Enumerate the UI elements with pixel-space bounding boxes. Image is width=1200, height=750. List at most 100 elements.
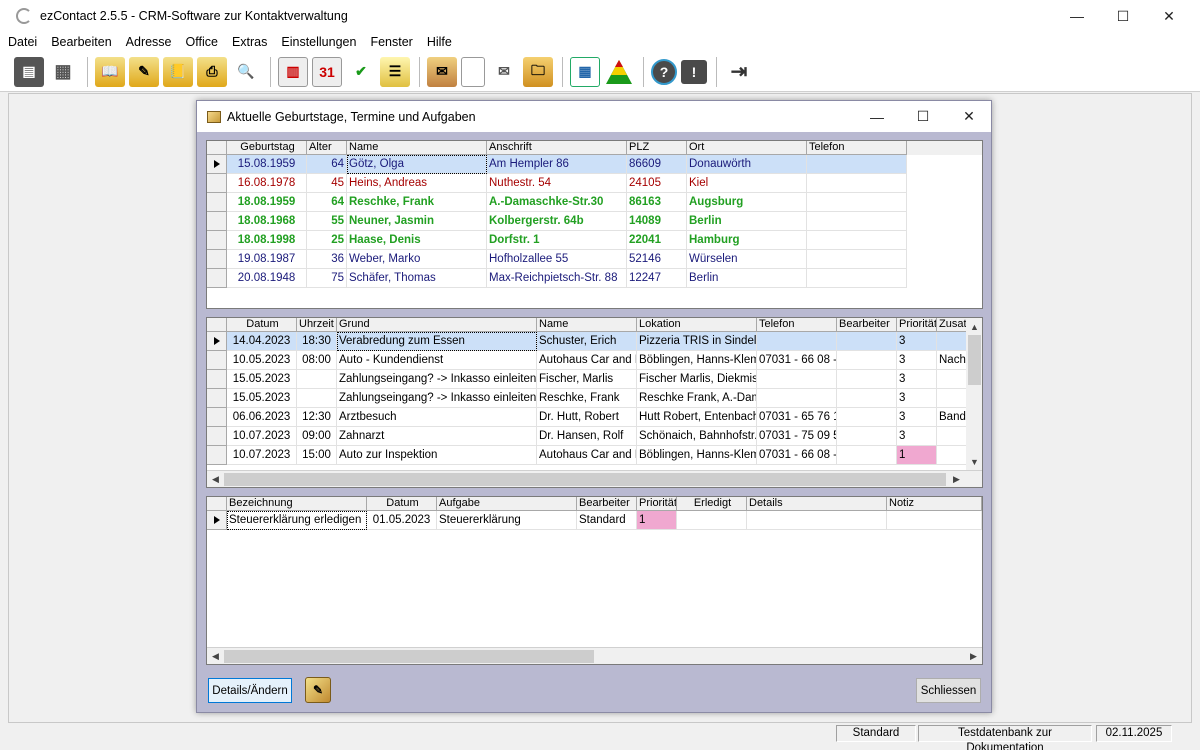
task-col-5[interactable]: Erledigt — [677, 497, 747, 511]
appointment-cell-extra — [937, 446, 967, 465]
scroll-thumb[interactable] — [968, 335, 981, 385]
scroll-down-icon[interactable]: ▼ — [966, 453, 982, 470]
menu-einstellungen[interactable]: Einstellungen — [281, 35, 356, 49]
birthday-col-4[interactable]: PLZ — [627, 141, 687, 155]
close-dialog-button[interactable]: Schliessen — [916, 678, 981, 703]
scroll-left-icon[interactable]: ◀ — [207, 648, 224, 664]
appointment-row[interactable]: 15.05.2023 Zahlungseingang? -> Inkasso ei… — [207, 389, 982, 408]
contact-search-icon[interactable]: 🔍 — [231, 57, 261, 87]
appointment-col-0[interactable]: Datum — [227, 318, 297, 332]
calendar-date-icon[interactable]: 31 — [312, 56, 342, 87]
birthday-col-6[interactable]: Telefon — [807, 141, 907, 155]
menu-extras[interactable]: Extras — [232, 35, 267, 49]
details-button[interactable]: Details/Ändern — [208, 678, 292, 703]
birthday-row[interactable]: 18.08.1998 25 Haase, Denis Dorfstr. 1 22041 H… — [207, 231, 982, 250]
scroll-right-icon[interactable]: ▶ — [965, 648, 982, 664]
grid-icon[interactable]: ▦ — [48, 57, 78, 87]
appointment-row[interactable]: 10.07.2023 15:00 Auto zur Inspektion Autoha… — [207, 446, 982, 465]
menu-adresse[interactable]: Adresse — [126, 35, 172, 49]
contact-print-icon[interactable]: ⎙ — [197, 56, 227, 87]
dialog-close-icon[interactable]: ✕ — [946, 101, 992, 132]
appointment-col-6[interactable]: Bearbeiter — [837, 318, 897, 332]
help-icon[interactable]: ? — [651, 58, 677, 85]
task-col-0[interactable]: Bezeichnung — [227, 497, 367, 511]
appointment-col-8[interactable]: Zusat — [937, 318, 967, 332]
task-check-icon[interactable]: ✔ — [346, 57, 376, 87]
birthday-cell-city: Berlin — [687, 269, 807, 288]
scroll-thumb[interactable] — [224, 650, 594, 663]
birthday-row[interactable]: 18.08.1968 55 Neuner, Jasmin Kolbergerstr. … — [207, 212, 982, 231]
task-grid[interactable]: Bezeichnung Datum Aufgabe Bearbeiter Priorit… — [206, 496, 983, 665]
task-col-6[interactable]: Details — [747, 497, 887, 511]
menu-datei[interactable]: Datei — [8, 35, 37, 49]
scroll-thumb[interactable] — [224, 473, 946, 486]
scroll-up-icon[interactable]: ▲ — [966, 318, 982, 335]
appointment-col-1[interactable]: Uhrzeit — [297, 318, 337, 332]
close-icon[interactable]: ✕ — [1146, 0, 1192, 32]
birthday-cell-address: Kolbergerstr. 64b — [487, 212, 627, 231]
appointment-cell-time — [297, 389, 337, 408]
folder-icon[interactable]: 🗀 — [523, 56, 553, 87]
document-icon[interactable] — [461, 56, 485, 87]
letter-icon[interactable]: ✉ — [427, 56, 457, 87]
birthday-col-1[interactable]: Alter — [307, 141, 347, 155]
report-icon[interactable]: ▦ — [570, 56, 600, 87]
appointment-row[interactable]: 10.07.2023 09:00 Zahnarzt Dr. Hansen, Rolf S… — [207, 427, 982, 446]
birthday-col-3[interactable]: Anschrift — [487, 141, 627, 155]
appointment-col-7[interactable]: Priorität — [897, 318, 937, 332]
menu-bearbeiten[interactable]: Bearbeiten — [51, 35, 111, 49]
birthday-col-5[interactable]: Ort — [687, 141, 807, 155]
dialog-minimize-icon[interactable]: — — [854, 101, 900, 132]
scroll-right-icon[interactable]: ▶ — [948, 471, 965, 487]
menu-hilfe[interactable]: Hilfe — [427, 35, 452, 49]
mail-icon[interactable]: ✉ — [489, 57, 519, 87]
appointment-grid[interactable]: Datum Uhrzeit Grund Name Lokation Telefon Bear… — [206, 317, 983, 488]
appointment-col-3[interactable]: Name — [537, 318, 637, 332]
birthday-row[interactable]: 20.08.1948 75 Schäfer, Thomas Max-Reichpiet… — [207, 269, 982, 288]
contact-book-icon[interactable]: 📒 — [163, 56, 193, 87]
task-list-icon[interactable]: ☰ — [380, 56, 410, 87]
task-row[interactable]: Steuererklärung erledigen 01.05.2023 Steue… — [207, 511, 982, 530]
birthday-col-0[interactable]: Geburtstag — [227, 141, 307, 155]
birthday-row-indicator — [207, 231, 227, 250]
appointment-row[interactable]: 15.05.2023 Zahlungseingang? -> Inkasso ei… — [207, 370, 982, 389]
menu-fenster[interactable]: Fenster — [370, 35, 412, 49]
info-icon[interactable]: ! — [681, 59, 707, 84]
contact-add-icon[interactable]: 📖 — [95, 56, 125, 87]
task-col-7[interactable]: Notiz — [887, 497, 982, 511]
birthday-grid[interactable]: Geburtstag Alter Name Anschrift PLZ Ort Telefo… — [206, 140, 983, 309]
maximize-icon[interactable]: ☐ — [1100, 0, 1146, 32]
traffic-light-icon[interactable] — [604, 57, 634, 87]
birthday-col-2[interactable]: Name — [347, 141, 487, 155]
task-col-4[interactable]: Priorität — [637, 497, 677, 511]
task-hscroll[interactable]: ◀ ▶ — [207, 647, 982, 664]
birthday-row[interactable]: 19.08.1987 36 Weber, Marko Hofholzallee 55 5… — [207, 250, 982, 269]
task-notebook-icon[interactable]: ✎ — [305, 677, 331, 703]
appointment-row[interactable]: 10.05.2023 08:00 Auto - Kundendienst Autoha… — [207, 351, 982, 370]
appointment-row[interactable]: 06.06.2023 12:30 Arztbesuch Dr. Hutt, Rober… — [207, 408, 982, 427]
calendar-icon[interactable]: ▥ — [278, 56, 308, 87]
appointment-col-4[interactable]: Lokation — [637, 318, 757, 332]
appointment-vscroll[interactable]: ▲ ▼ — [966, 318, 982, 470]
appointment-col-2[interactable]: Grund — [337, 318, 537, 332]
exit-icon[interactable]: ⇥ — [724, 57, 754, 87]
appointment-row[interactable]: 14.04.2023 18:30 Verabredung zum Essen Schu… — [207, 332, 982, 351]
menu-office[interactable]: Office — [186, 35, 218, 49]
minimize-icon[interactable]: — — [1054, 0, 1100, 32]
birthday-row[interactable]: 18.08.1959 64 Reschke, Frank A.-Damaschke-S… — [207, 193, 982, 212]
contact-edit-icon[interactable]: ✎ — [129, 56, 159, 87]
birthday-row[interactable]: 16.08.1978 45 Heins, Andreas Nuthestr. 54 24… — [207, 174, 982, 193]
task-col-1[interactable]: Datum — [367, 497, 437, 511]
birthday-cell-name: Götz, Olga — [347, 155, 487, 174]
scroll-left-icon[interactable]: ◀ — [207, 471, 224, 487]
status-user: Standard — [836, 725, 916, 742]
dialog-maximize-icon[interactable]: ☐ — [900, 101, 946, 132]
address-book-icon[interactable]: ▤ — [14, 56, 44, 87]
birthday-row[interactable]: 15.08.1959 64 Götz, Olga Am Hempler 86 86609… — [207, 155, 982, 174]
appointment-hscroll[interactable]: ◀ ▶ — [207, 470, 982, 487]
appointment-col-5[interactable]: Telefon — [757, 318, 837, 332]
appointment-cell-name: Autohaus Car and M — [537, 446, 637, 465]
birthday-cell-date: 16.08.1978 — [227, 174, 307, 193]
task-col-2[interactable]: Aufgabe — [437, 497, 577, 511]
task-col-3[interactable]: Bearbeiter — [577, 497, 637, 511]
